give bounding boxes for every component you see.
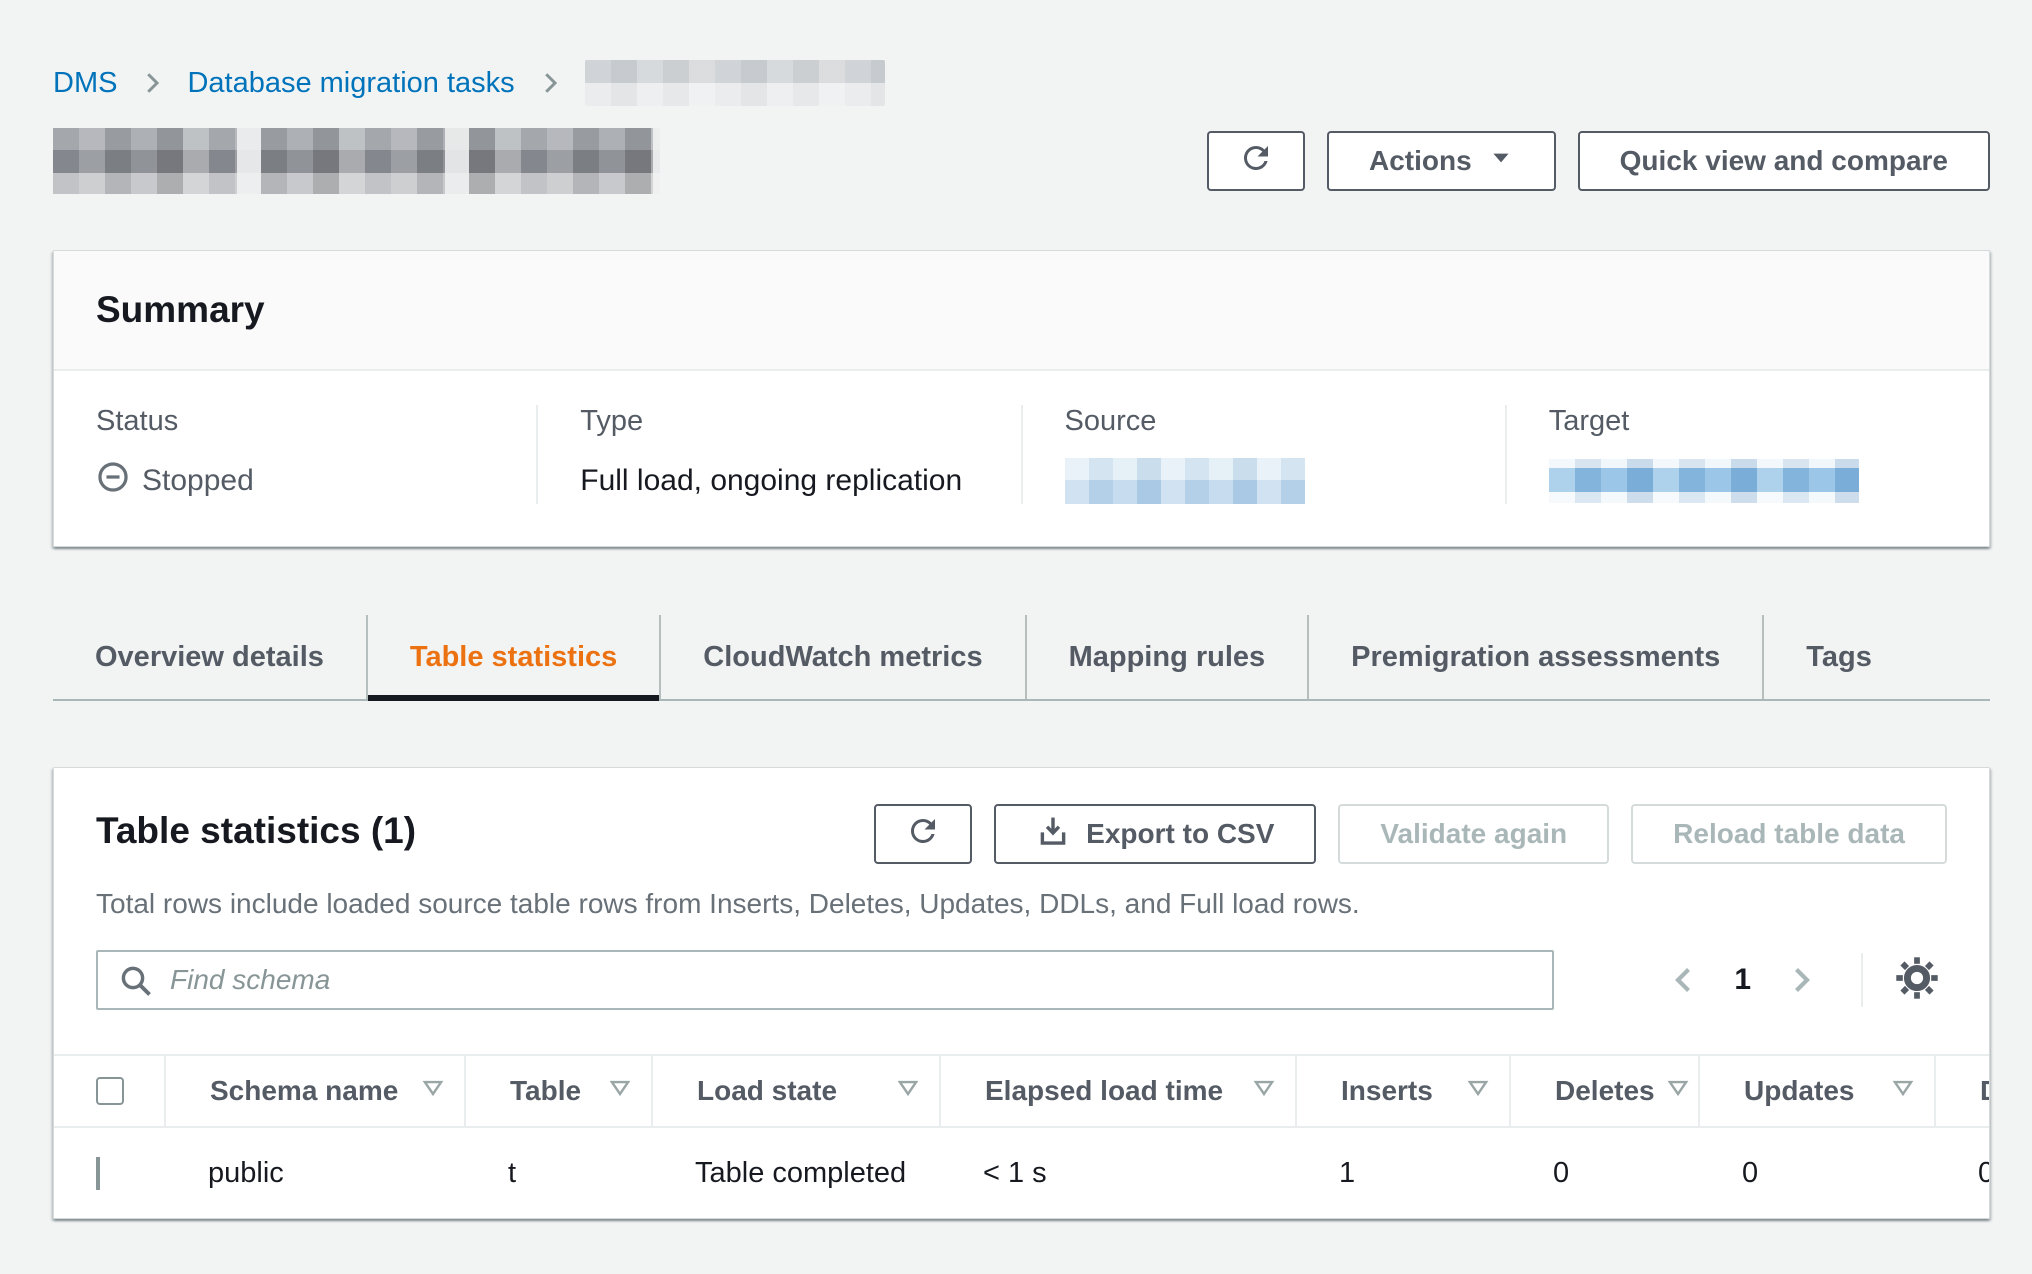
cell-inserts: 1 <box>1295 1157 1509 1190</box>
breadcrumb: DMS Database migration tasks <box>53 60 1990 106</box>
sort-icon[interactable] <box>1890 1075 1916 1108</box>
page-title-redacted <box>53 128 660 194</box>
summary-source-column: Source <box>1021 405 1505 504</box>
task-detail-tabs: Overview details Table statistics CloudW… <box>53 615 1990 701</box>
source-value-redacted-link[interactable] <box>1065 458 1305 504</box>
breadcrumb-tasks-link[interactable]: Database migration tasks <box>187 67 514 100</box>
summary-body: Status Stopped Type Full load, ongoing r… <box>54 371 1989 546</box>
preferences-button[interactable] <box>1887 950 1947 1010</box>
download-icon <box>1036 814 1070 855</box>
sort-icon[interactable] <box>420 1075 446 1108</box>
tab-cloudwatch-metrics[interactable]: CloudWatch metrics <box>661 615 1026 699</box>
table-statistics-card: Table statistics (1) Export to CSV <box>53 767 1990 1219</box>
column-header-schema-name[interactable]: Schema name <box>164 1056 464 1126</box>
refresh-button[interactable] <box>1207 131 1305 191</box>
tab-overview-details[interactable]: Overview details <box>53 615 368 699</box>
search-icon <box>118 963 154 1004</box>
find-schema-input[interactable] <box>96 950 1554 1010</box>
status-label: Status <box>96 405 506 438</box>
select-all-checkbox[interactable] <box>96 1077 124 1105</box>
type-label: Type <box>580 405 990 438</box>
validate-again-label: Validate again <box>1380 818 1567 850</box>
pagination: 1 <box>1656 950 1947 1010</box>
header-actions: Actions Quick view and compare <box>1207 131 1990 191</box>
row-checkbox[interactable] <box>96 1157 100 1190</box>
gear-icon <box>1894 955 1940 1006</box>
summary-card: Summary Status Stopped Type Full load, o… <box>53 250 1990 547</box>
statistics-table: Schema name Table Load state Elapsed loa… <box>54 1054 1989 1218</box>
target-value-redacted-link[interactable] <box>1549 459 1859 503</box>
chevron-right-icon <box>535 68 565 98</box>
actions-button[interactable]: Actions <box>1327 131 1556 191</box>
column-header-elapsed-load-time[interactable]: Elapsed load time <box>939 1056 1295 1126</box>
reload-table-data-button[interactable]: Reload table data <box>1631 804 1947 864</box>
actions-button-label: Actions <box>1369 145 1472 177</box>
column-header-load-state[interactable]: Load state <box>651 1056 939 1126</box>
breadcrumb-dms-link[interactable]: DMS <box>53 67 117 100</box>
table-statistics-description: Total rows include loaded source table r… <box>96 888 1947 920</box>
column-header-inserts[interactable]: Inserts <box>1295 1056 1509 1126</box>
pagination-divider <box>1861 953 1863 1007</box>
chevron-right-icon <box>137 68 167 98</box>
schema-search <box>96 950 1554 1010</box>
export-to-csv-label: Export to CSV <box>1086 818 1274 850</box>
reload-table-data-label: Reload table data <box>1673 818 1905 850</box>
sort-icon[interactable] <box>1665 1075 1691 1108</box>
sort-icon[interactable] <box>607 1075 633 1108</box>
target-label: Target <box>1549 405 1959 438</box>
current-page-number: 1 <box>1720 963 1765 997</box>
status-value: Stopped <box>142 464 254 498</box>
source-label: Source <box>1065 405 1475 438</box>
next-page-button[interactable] <box>1773 952 1829 1008</box>
export-to-csv-button[interactable]: Export to CSV <box>994 804 1316 864</box>
table-refresh-button[interactable] <box>874 804 972 864</box>
column-header-table[interactable]: Table <box>464 1056 651 1126</box>
summary-status-column: Status Stopped <box>54 405 536 504</box>
table-statistics-title: Table statistics (1) <box>96 804 416 852</box>
cell-ddls-truncated: 0 <box>1934 1157 1990 1190</box>
summary-title: Summary <box>96 289 1947 331</box>
page-header: Actions Quick view and compare <box>53 128 1990 194</box>
tab-tags[interactable]: Tags <box>1764 615 1914 699</box>
dms-task-page: DMS Database migration tasks Actions <box>0 0 2032 1274</box>
column-header-deletes[interactable]: Deletes <box>1509 1056 1698 1126</box>
cell-deletes: 0 <box>1509 1157 1698 1190</box>
refresh-icon <box>1238 140 1274 183</box>
type-value: Full load, ongoing replication <box>580 458 990 504</box>
table-row[interactable]: public t Table completed < 1 s 1 0 0 0 <box>54 1128 1989 1218</box>
column-header-ddls-truncated[interactable]: D <box>1934 1056 1990 1126</box>
cell-updates: 0 <box>1698 1157 1934 1190</box>
quick-view-button-label: Quick view and compare <box>1620 145 1948 177</box>
quick-view-and-compare-button[interactable]: Quick view and compare <box>1578 131 1990 191</box>
table-statistics-header: Table statistics (1) Export to CSV <box>96 804 1947 864</box>
sort-icon[interactable] <box>1465 1075 1491 1108</box>
summary-target-column: Target <box>1505 405 1989 504</box>
previous-page-button[interactable] <box>1656 952 1712 1008</box>
cell-load-state: Table completed <box>651 1157 939 1190</box>
table-statistics-actions: Export to CSV Validate again Reload tabl… <box>874 804 1947 864</box>
stopped-status-icon <box>96 460 130 502</box>
sort-icon[interactable] <box>1251 1075 1277 1108</box>
sort-icon[interactable] <box>895 1075 921 1108</box>
cell-elapsed-load-time: < 1 s <box>939 1157 1295 1190</box>
tab-mapping-rules[interactable]: Mapping rules <box>1027 615 1310 699</box>
caret-down-icon <box>1488 145 1514 178</box>
summary-header: Summary <box>54 251 1989 371</box>
cell-schema-name: public <box>164 1157 464 1190</box>
tab-table-statistics[interactable]: Table statistics <box>368 615 661 699</box>
table-header-row: Schema name Table Load state Elapsed loa… <box>54 1054 1989 1128</box>
tab-premigration-assessments[interactable]: Premigration assessments <box>1309 615 1764 699</box>
cell-table: t <box>464 1157 651 1190</box>
refresh-icon <box>905 813 941 856</box>
column-header-updates[interactable]: Updates <box>1698 1056 1934 1126</box>
summary-type-column: Type Full load, ongoing replication <box>536 405 1020 504</box>
filter-row: 1 <box>96 950 1947 1010</box>
breadcrumb-current-redacted <box>585 60 885 106</box>
validate-again-button[interactable]: Validate again <box>1338 804 1609 864</box>
